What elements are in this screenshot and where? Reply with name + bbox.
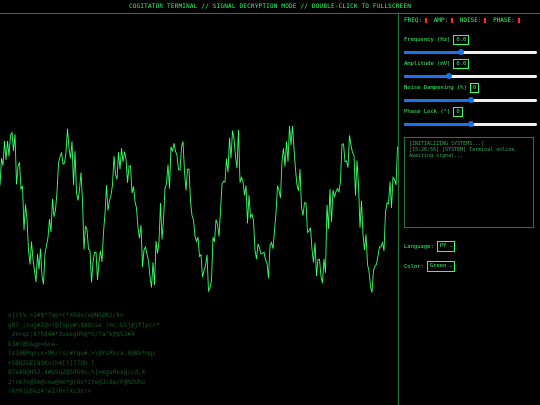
amplitude-slider[interactable]: [404, 73, 537, 79]
cipher-line: k3#!@5&gp=&>a-: [8, 340, 59, 348]
cipher-line: _2V>qz;8?h$4#*3veegHh@*h/?a^k@$53#4: [8, 331, 135, 338]
color-selected: Green: [429, 263, 447, 269]
noise-slider-thumb[interactable]: [467, 97, 474, 103]
log-line: Awaiting signal...: [409, 153, 464, 159]
phase-label: Phase Lock (°): [404, 109, 451, 115]
frequency-label: Frequency (Hz): [404, 37, 451, 43]
chevron-down-icon: ⌵: [449, 263, 453, 269]
cipher-line: 87eA9@H52.4#DSqZ@S9G9o;%[=mgsRxxq/cd,X: [8, 369, 146, 376]
phase-control: Phase Lock (°) 0: [404, 107, 537, 127]
noise-status-label: NOISE:: [459, 17, 482, 24]
status-bar: FREQ: AMP: NOISE: PHASE:: [404, 17, 523, 24]
frequency-control: Frequency (Hz) 0.0: [404, 35, 537, 55]
phase-value: 0: [453, 107, 463, 117]
color-select[interactable]: Green ⌵: [426, 261, 456, 272]
phase-slider-thumb[interactable]: [467, 121, 474, 127]
control-panel: FREQ: AMP: NOISE: PHASE: Frequency (Hz) 0…: [398, 14, 540, 405]
frequency-slider-thumb[interactable]: [458, 49, 465, 55]
cipher-line: g87_;cug#I@>!@[Spy#\$8Qcse )mc:b5j@jf]pc…: [8, 321, 160, 329]
cipher-line: !6Y9[p6%z4!eI?0+!Xc3x!>: [8, 388, 92, 395]
noise-indicator-icon: [484, 18, 487, 23]
language-row: Language: PY ⌵: [404, 241, 456, 252]
chevron-down-icon: ⌵: [449, 243, 453, 249]
phase-status-label: PHASE:: [493, 17, 515, 24]
language-selected: PY: [439, 243, 447, 249]
title-bar: COGITATOR TERMINAL // SIGNAL DECRYPTION …: [0, 0, 540, 14]
language-select[interactable]: PY ⌵: [436, 241, 456, 252]
freq-status-label: FREQ:: [404, 17, 423, 24]
language-label: Language:: [404, 243, 434, 250]
cipher-line: +5BQZ&E[8SKvih4[?{77Ob_[: [8, 359, 95, 367]
frequency-slider[interactable]: [404, 49, 537, 55]
system-log: [INITIALIZING SYSTEMS...] [15:26:56] [SY…: [404, 137, 534, 228]
amp-status-label: AMP:: [433, 17, 449, 24]
amplitude-slider-thumb[interactable]: [446, 73, 453, 79]
cipher-line: 2!rm7n@5m@cnw@4X*@]Ox*zYe@Jc8e/F@N2Uho: [8, 378, 146, 386]
cipher-line: [s1@BPq/;x>9K/!s/#*qu#:>\@YsR%/a.8@Bk*mg…: [8, 350, 157, 357]
waveform-line: [0, 125, 398, 293]
color-row: Color: Green ⌵: [404, 261, 456, 272]
noise-label: Noise Dampening (%): [404, 85, 467, 91]
amplitude-value: 0.0: [453, 59, 470, 69]
cipher-text-block: x{(t%:>2#$*?qo+(*X6Ov/x@N&@Kz/k> g87_;cug…: [8, 311, 393, 397]
color-label: Color:: [404, 263, 424, 270]
noise-value: 0: [469, 83, 480, 93]
cipher-line: x{(t%:>2#$*?qo+(*X6Ov/x@N&@Kz/k>: [8, 312, 124, 319]
phase-indicator-icon: [517, 18, 520, 23]
freq-indicator-icon: [425, 18, 428, 23]
signal-display[interactable]: x{(t%:>2#$*?qo+(*X6Ov/x@N&@Kz/k> g87_;cug…: [0, 14, 398, 405]
amplitude-control: Amplitude (mV) 0.0: [404, 59, 537, 79]
noise-control: Noise Dampening (%) 0: [404, 83, 537, 103]
frequency-value: 0.0: [453, 35, 470, 45]
noise-slider[interactable]: [404, 97, 537, 103]
amplitude-label: Amplitude (mV): [404, 61, 451, 67]
phase-slider[interactable]: [404, 121, 537, 127]
title-text: COGITATOR TERMINAL // SIGNAL DECRYPTION …: [128, 3, 412, 10]
amp-indicator-icon: [451, 18, 454, 23]
